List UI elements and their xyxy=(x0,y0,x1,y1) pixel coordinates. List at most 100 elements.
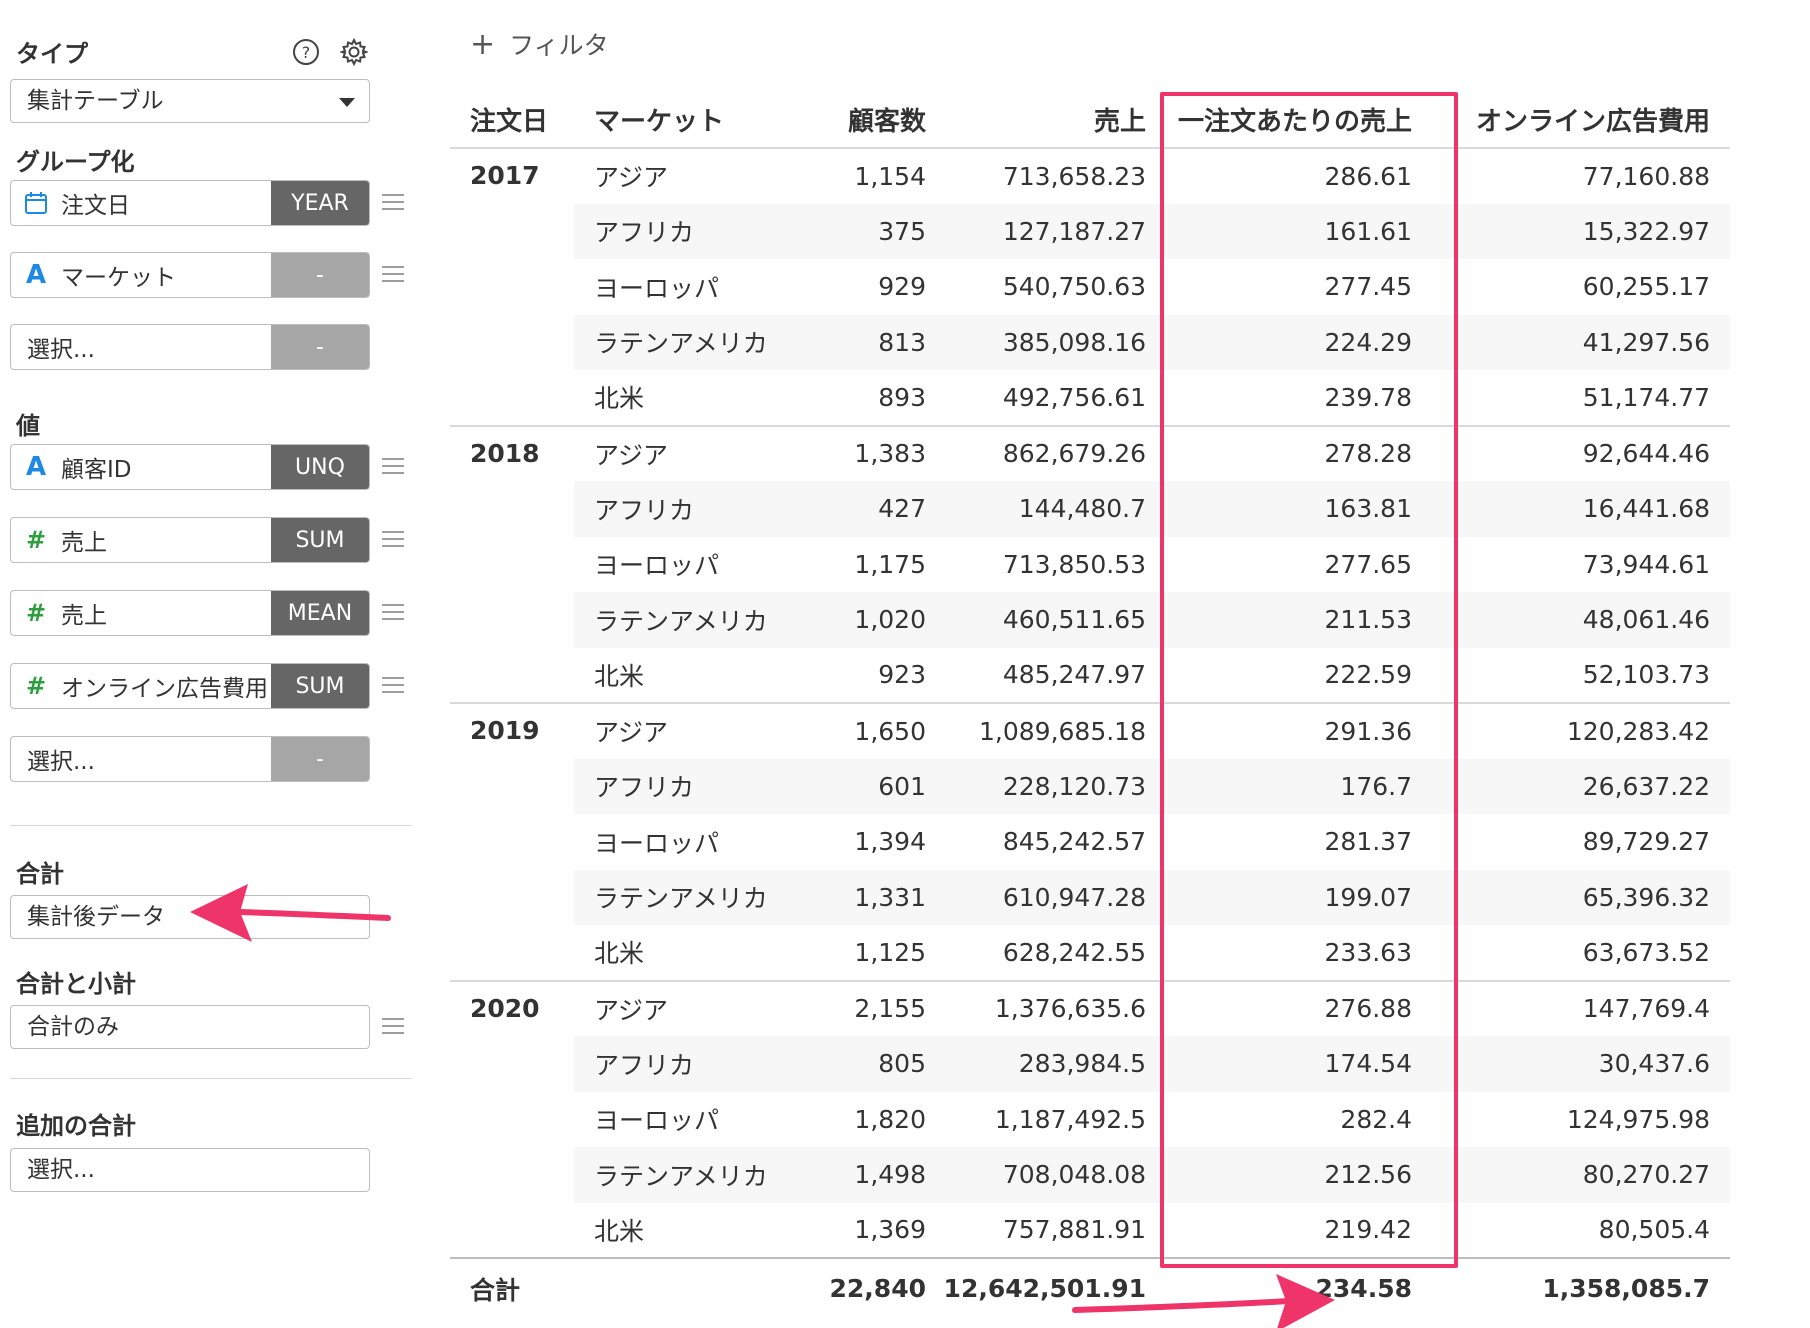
extra-total-select[interactable]: 選択... xyxy=(10,1148,370,1192)
drag-handle-icon[interactable] xyxy=(382,604,404,622)
add-filter-button[interactable]: + フィルタ xyxy=(470,26,609,62)
column-header[interactable]: オンライン広告費用 xyxy=(1444,92,1730,149)
ad-cost-cell: 124,975.98 xyxy=(1566,1104,1710,1134)
drag-handle-icon[interactable] xyxy=(382,266,404,284)
subtotal-select[interactable]: 合計のみ xyxy=(10,1005,370,1049)
extra-total-section-label: 追加の合計 xyxy=(16,1112,136,1140)
value-agg-button[interactable]: MEAN xyxy=(271,591,369,635)
ad-cost-cell: 16,441.68 xyxy=(1444,481,1730,537)
total-row: 合計 22,840 12,642,501.91 234.58 1,358,085.7 xyxy=(450,1257,1730,1318)
group-field-order-date[interactable]: 注文日 YEAR xyxy=(10,180,370,226)
group-agg-button[interactable]: - xyxy=(271,253,369,297)
value-field-select[interactable]: 選択... - xyxy=(10,736,370,782)
sales-cell: 713,850.53 xyxy=(1002,549,1146,579)
market-cell: ヨーロッパ xyxy=(594,828,720,858)
group-field-label: 注文日 xyxy=(61,193,130,219)
market-cell: アフリカ xyxy=(574,481,792,537)
sales-cell: 540,750.63 xyxy=(1002,272,1146,302)
sales-cell: 845,242.57 xyxy=(1002,827,1146,857)
drag-handle-icon[interactable] xyxy=(382,677,404,695)
column-header[interactable]: マーケット xyxy=(574,92,792,149)
avg-sales-cell: 278.28 xyxy=(1148,424,1444,481)
chevron-down-icon xyxy=(339,98,355,107)
value-field-customer-id[interactable]: A 顧客ID UNQ xyxy=(10,444,370,490)
table-row: ラテンアメリカ 1,498 708,048.08 212.56 80,270.27 xyxy=(450,1147,1730,1203)
market-cell: ヨーロッパ xyxy=(594,1106,720,1136)
avg-sales-cell: 233.63 xyxy=(1324,937,1412,967)
value-field-label: 売上 xyxy=(61,530,107,556)
value-field-sales-sum[interactable]: # 売上 SUM xyxy=(10,517,370,563)
sales-cell: 628,242.55 xyxy=(1002,937,1146,967)
ad-cost-cell: 147,769.4 xyxy=(1444,979,1730,1036)
value-agg-button[interactable]: - xyxy=(271,737,369,781)
table-row: 2018 アジア 1,383 862,679.26 278.28 92,644.46 xyxy=(450,424,1730,703)
market-cell: アフリカ xyxy=(574,203,792,259)
value-agg-button[interactable]: SUM xyxy=(271,664,369,708)
market-cell: 北米 xyxy=(594,384,645,414)
table-row: 北米 893 492,756.61 239.78 51,174.77 xyxy=(450,370,1730,426)
ad-cost-cell: 80,270.27 xyxy=(1444,1147,1730,1203)
column-header[interactable]: 顧客数 xyxy=(792,92,928,149)
group-section-label: グループ化 xyxy=(16,148,135,176)
extra-total-value: 選択... xyxy=(27,1157,95,1183)
market-cell: ヨーロッパ xyxy=(594,551,720,581)
market-cell: ラテンアメリカ xyxy=(574,314,792,370)
drag-handle-icon[interactable] xyxy=(382,1018,404,1036)
column-header[interactable]: 一注文あたりの売上 xyxy=(1148,92,1444,149)
pivot-table: 注文日 マーケット 顧客数 売上 一注文あたりの売上 オンライン広告費用 201… xyxy=(450,92,1730,1318)
table-row: 北米 923 485,247.97 222.59 52,103.73 xyxy=(450,648,1730,704)
chart-type-select[interactable]: 集計テーブル xyxy=(10,79,370,123)
customer-count-cell: 601 xyxy=(792,758,928,814)
group-agg-button[interactable]: YEAR xyxy=(271,181,369,225)
gear-icon[interactable] xyxy=(340,38,368,66)
ad-cost-cell: 89,729.27 xyxy=(1582,827,1710,857)
ad-cost-cell: 77,160.88 xyxy=(1444,147,1730,204)
ad-cost-cell: 41,297.56 xyxy=(1444,314,1730,370)
value-field-ad-cost[interactable]: # オンライン広告費用 SUM xyxy=(10,663,370,709)
avg-sales-cell: 277.65 xyxy=(1324,549,1412,579)
column-header[interactable]: 売上 xyxy=(928,92,1148,149)
group-field-label: マーケット xyxy=(61,265,176,291)
calendar-icon xyxy=(11,191,61,215)
group-field-select[interactable]: 選択... - xyxy=(10,324,370,370)
sales-cell: 862,679.26 xyxy=(928,424,1148,481)
value-field-label: オンライン広告費用 xyxy=(61,676,268,702)
customer-count-cell: 427 xyxy=(792,481,928,537)
help-icon[interactable]: ? xyxy=(292,38,320,66)
year-cell: 2019 xyxy=(450,702,574,981)
drag-handle-icon[interactable] xyxy=(382,458,404,476)
table-row: アフリカ 805 283,984.5 174.54 30,437.6 xyxy=(450,1036,1730,1092)
total-label: 合計 xyxy=(450,1257,574,1318)
column-header[interactable]: 注文日 xyxy=(450,92,574,149)
value-agg-button[interactable]: UNQ xyxy=(271,445,369,489)
market-cell: ラテンアメリカ xyxy=(574,869,792,925)
market-cell: アジア xyxy=(574,979,792,1036)
type-section-label: タイプ xyxy=(16,40,88,68)
market-cell: 北米 xyxy=(594,661,645,691)
group-field-market[interactable]: A マーケット - xyxy=(10,252,370,298)
drag-handle-icon[interactable] xyxy=(382,194,404,212)
value-field-placeholder: 選択... xyxy=(27,749,95,775)
group-agg-button[interactable]: - xyxy=(271,325,369,369)
drag-handle-icon[interactable] xyxy=(382,531,404,549)
table-row: ヨーロッパ 1,820 1,187,492.5 282.4 124,975.98 xyxy=(450,1092,1730,1148)
avg-sales-cell: 219.42 xyxy=(1324,1215,1412,1245)
value-field-sales-mean[interactable]: # 売上 MEAN xyxy=(10,590,370,636)
total-select[interactable]: 集計後データ xyxy=(10,895,370,939)
customer-count-cell: 1,331 xyxy=(792,869,928,925)
table-row: 2019 アジア 1,650 1,089,685.18 291.36 120,283.42 xyxy=(450,702,1730,981)
market-cell: ラテンアメリカ xyxy=(574,592,792,648)
ad-cost-cell: 80,505.4 xyxy=(1598,1215,1710,1245)
customer-count-cell: 813 xyxy=(792,314,928,370)
string-icon: A xyxy=(25,452,47,482)
table-row: ヨーロッパ 1,175 713,850.53 277.65 73,944.61 xyxy=(450,537,1730,593)
chart-config-sidebar: タイプ ? 集計テーブル グループ化 注文日 YEAR A マーケット - 選択… xyxy=(0,0,420,1328)
total-cell: 234.58 xyxy=(1148,1257,1444,1318)
sales-cell: 385,098.16 xyxy=(928,314,1148,370)
table-row: ヨーロッパ 1,394 845,242.57 281.37 89,729.27 xyxy=(450,814,1730,870)
market-cell: ヨーロッパ xyxy=(594,273,720,303)
value-agg-button[interactable]: SUM xyxy=(271,518,369,562)
market-cell: アフリカ xyxy=(574,758,792,814)
ad-cost-cell: 30,437.6 xyxy=(1444,1036,1730,1092)
market-cell: ラテンアメリカ xyxy=(574,1147,792,1203)
